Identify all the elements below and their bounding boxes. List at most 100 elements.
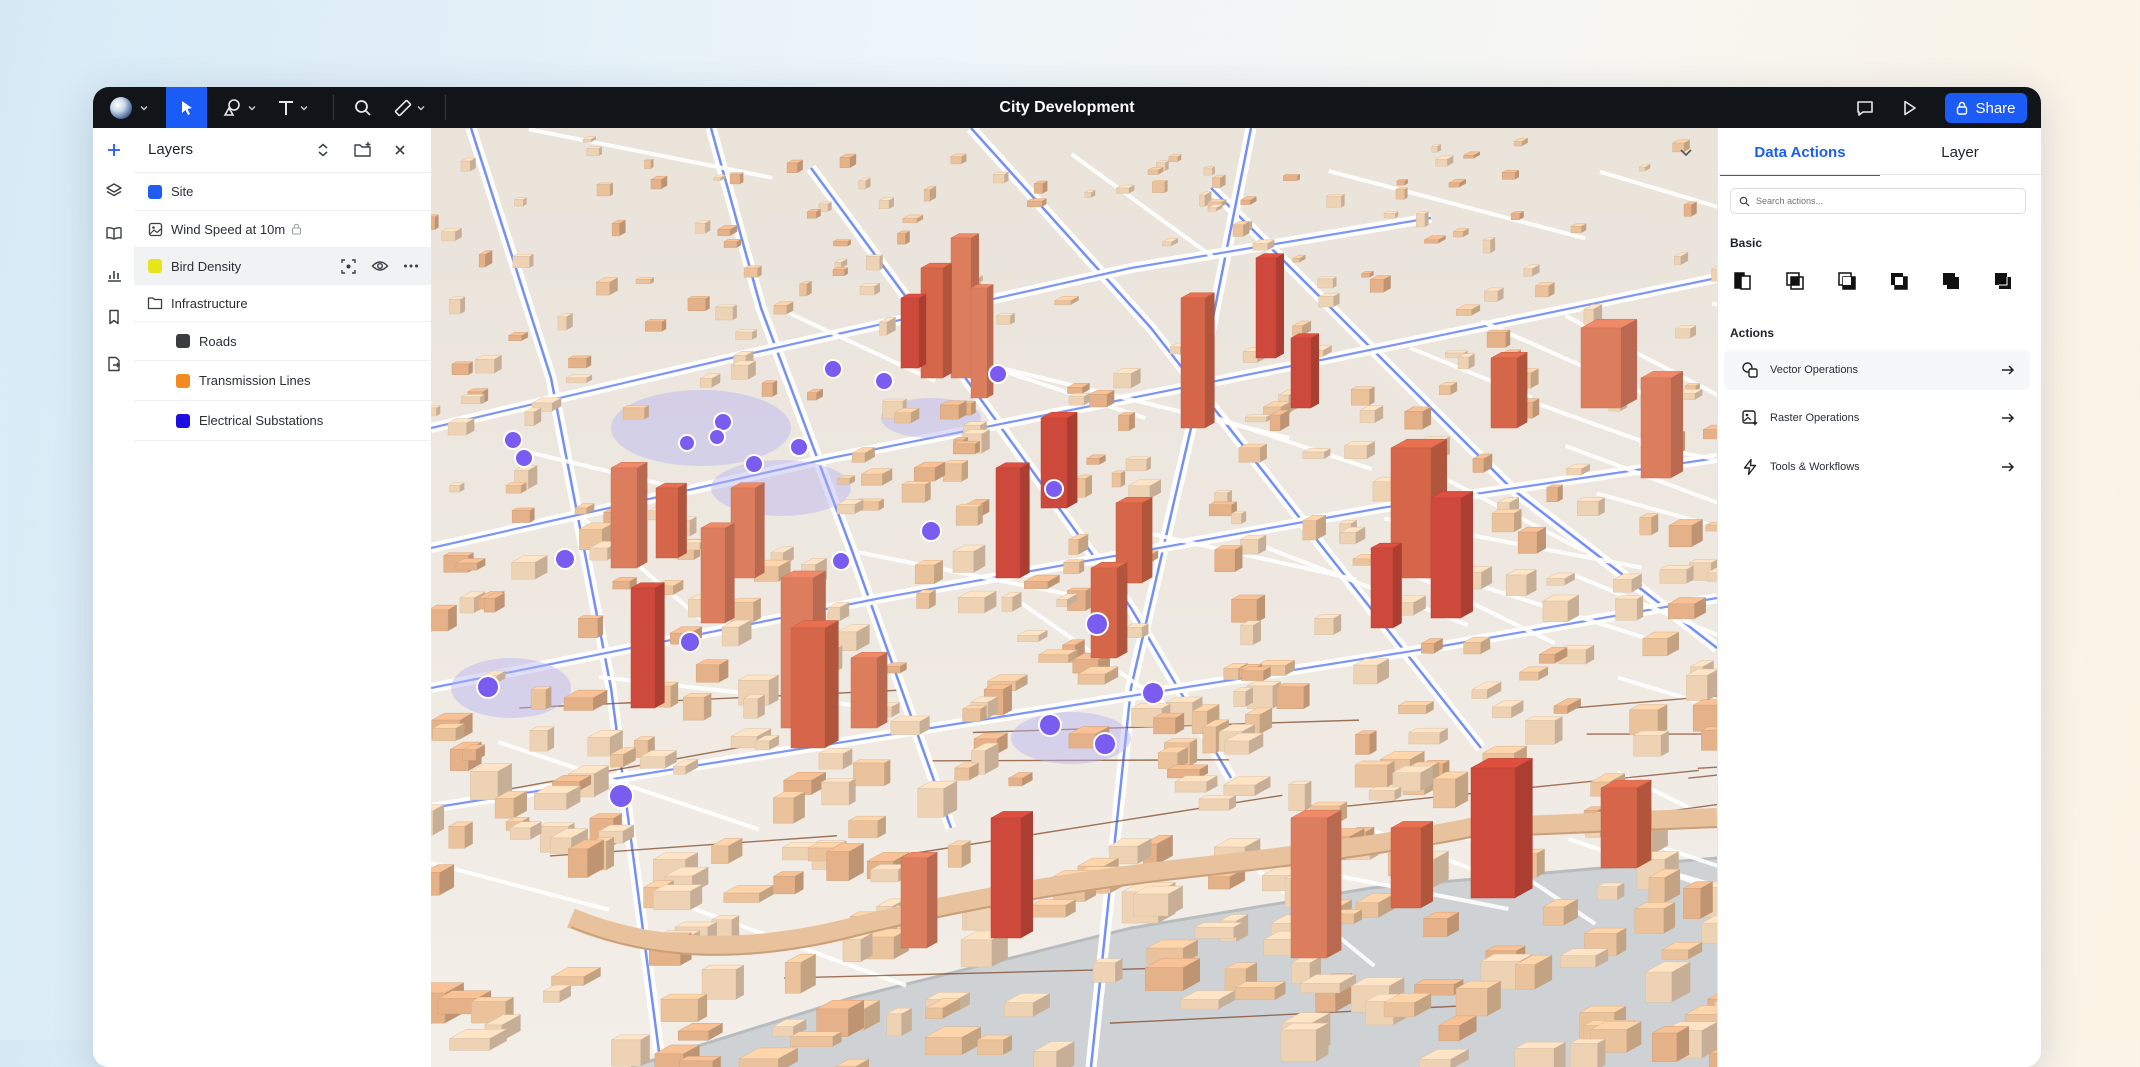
layer-site[interactable]: Site <box>134 173 431 211</box>
basic-union-button[interactable] <box>1834 268 1860 294</box>
building <box>733 305 737 320</box>
layer-transmission-lines[interactable]: Transmission Lines <box>134 361 431 401</box>
action-vector-operations[interactable]: Vector Operations <box>1724 350 2030 390</box>
substation-marker <box>505 432 521 448</box>
substation-marker <box>1087 614 1107 634</box>
tall-building <box>1205 293 1215 428</box>
building <box>1436 159 1448 166</box>
building <box>548 727 555 751</box>
building <box>722 627 738 646</box>
layer-electrical-substations[interactable]: Electrical Substations <box>134 401 431 441</box>
map-viewport[interactable] <box>431 128 1717 1067</box>
building <box>696 223 705 233</box>
basic-difference-button[interactable] <box>1886 268 1912 294</box>
search-tool[interactable] <box>347 87 379 128</box>
building <box>880 255 883 270</box>
building <box>859 181 866 189</box>
building <box>1555 716 1563 744</box>
building <box>1518 532 1537 553</box>
building <box>1067 387 1082 393</box>
tall-building <box>825 621 839 748</box>
building <box>623 408 644 419</box>
building <box>1643 638 1668 655</box>
layers-title: Layers <box>148 128 193 172</box>
present-button[interactable] <box>1893 87 1925 128</box>
building <box>1241 671 1263 681</box>
tab-divider <box>1718 174 2041 175</box>
building <box>774 876 796 894</box>
add-folder-button[interactable] <box>352 139 374 161</box>
building <box>1031 905 1066 917</box>
comments-button[interactable] <box>1849 87 1881 128</box>
map-canvas[interactable] <box>431 128 1717 1067</box>
building <box>1293 258 1300 262</box>
building <box>1684 205 1691 217</box>
rail-charts[interactable] <box>93 259 134 291</box>
basic-split-button[interactable] <box>1730 268 1756 294</box>
file-export-icon <box>105 355 123 373</box>
layer-label: Roads <box>199 334 237 349</box>
action-raster-operations[interactable]: Raster Operations <box>1724 398 2030 438</box>
eye-icon[interactable] <box>371 259 389 273</box>
action-search[interactable] <box>1730 188 2026 214</box>
layer-bird-density[interactable]: Bird Density <box>134 248 431 285</box>
text-tool[interactable] <box>269 87 315 128</box>
tall-building <box>1431 498 1461 618</box>
split-icon <box>1733 271 1753 291</box>
building <box>1464 155 1474 158</box>
tab-data-actions[interactable]: Data Actions <box>1720 128 1880 176</box>
layer-roads[interactable]: Roads <box>134 322 431 361</box>
building <box>696 665 719 682</box>
basic-merge-button[interactable] <box>1990 268 2016 294</box>
building <box>835 262 841 268</box>
tall-building <box>1471 768 1515 898</box>
tall-building <box>725 523 735 623</box>
search-actions-input[interactable] <box>1754 195 1998 207</box>
building <box>1445 351 1467 353</box>
substation-marker <box>516 450 532 466</box>
rail-bookmarks[interactable] <box>93 301 134 333</box>
building <box>495 798 514 818</box>
layer-wind-speed[interactable]: Wind Speed at 10m <box>134 211 431 248</box>
add-button[interactable] <box>93 134 134 166</box>
building <box>645 322 662 332</box>
zoom-to-layer-icon[interactable] <box>340 258 357 275</box>
chevron-down-icon <box>139 103 149 113</box>
building <box>1270 415 1280 431</box>
building <box>1490 237 1495 253</box>
close-panel-button[interactable] <box>389 139 411 161</box>
select-tool[interactable] <box>166 87 207 128</box>
building <box>513 256 530 267</box>
tab-layer[interactable]: Layer <box>1880 128 2040 174</box>
building <box>1464 642 1481 654</box>
layer-infrastructure[interactable]: Infrastructure <box>134 285 431 322</box>
building <box>433 728 456 740</box>
basic-exclude-button[interactable] <box>1938 268 1964 294</box>
more-icon[interactable] <box>403 263 419 269</box>
building <box>736 332 753 340</box>
rail-layers[interactable] <box>93 174 134 206</box>
building <box>1520 672 1539 680</box>
rail-library[interactable] <box>93 217 134 249</box>
building <box>1351 390 1369 406</box>
layer-label: Transmission Lines <box>199 373 311 388</box>
shapes-tool[interactable] <box>215 87 263 128</box>
folder-plus-icon <box>353 141 373 159</box>
building <box>917 594 930 609</box>
building <box>444 553 474 556</box>
share-button[interactable]: Share <box>1945 93 2027 123</box>
building <box>456 563 477 570</box>
building <box>1170 347 1180 354</box>
measure-tool[interactable] <box>387 87 431 128</box>
sort-button[interactable] <box>312 139 334 161</box>
globe-menu[interactable] <box>105 87 153 128</box>
tall-building <box>919 294 926 368</box>
building <box>1300 983 1340 992</box>
building <box>963 709 981 722</box>
layer-label: Electrical Substations <box>199 413 323 428</box>
tall-building <box>1276 254 1284 358</box>
action-tools-workflows[interactable]: Tools & Workflows <box>1724 447 2030 487</box>
building <box>461 397 480 404</box>
rail-export[interactable] <box>93 348 134 380</box>
basic-intersect-button[interactable] <box>1782 268 1808 294</box>
